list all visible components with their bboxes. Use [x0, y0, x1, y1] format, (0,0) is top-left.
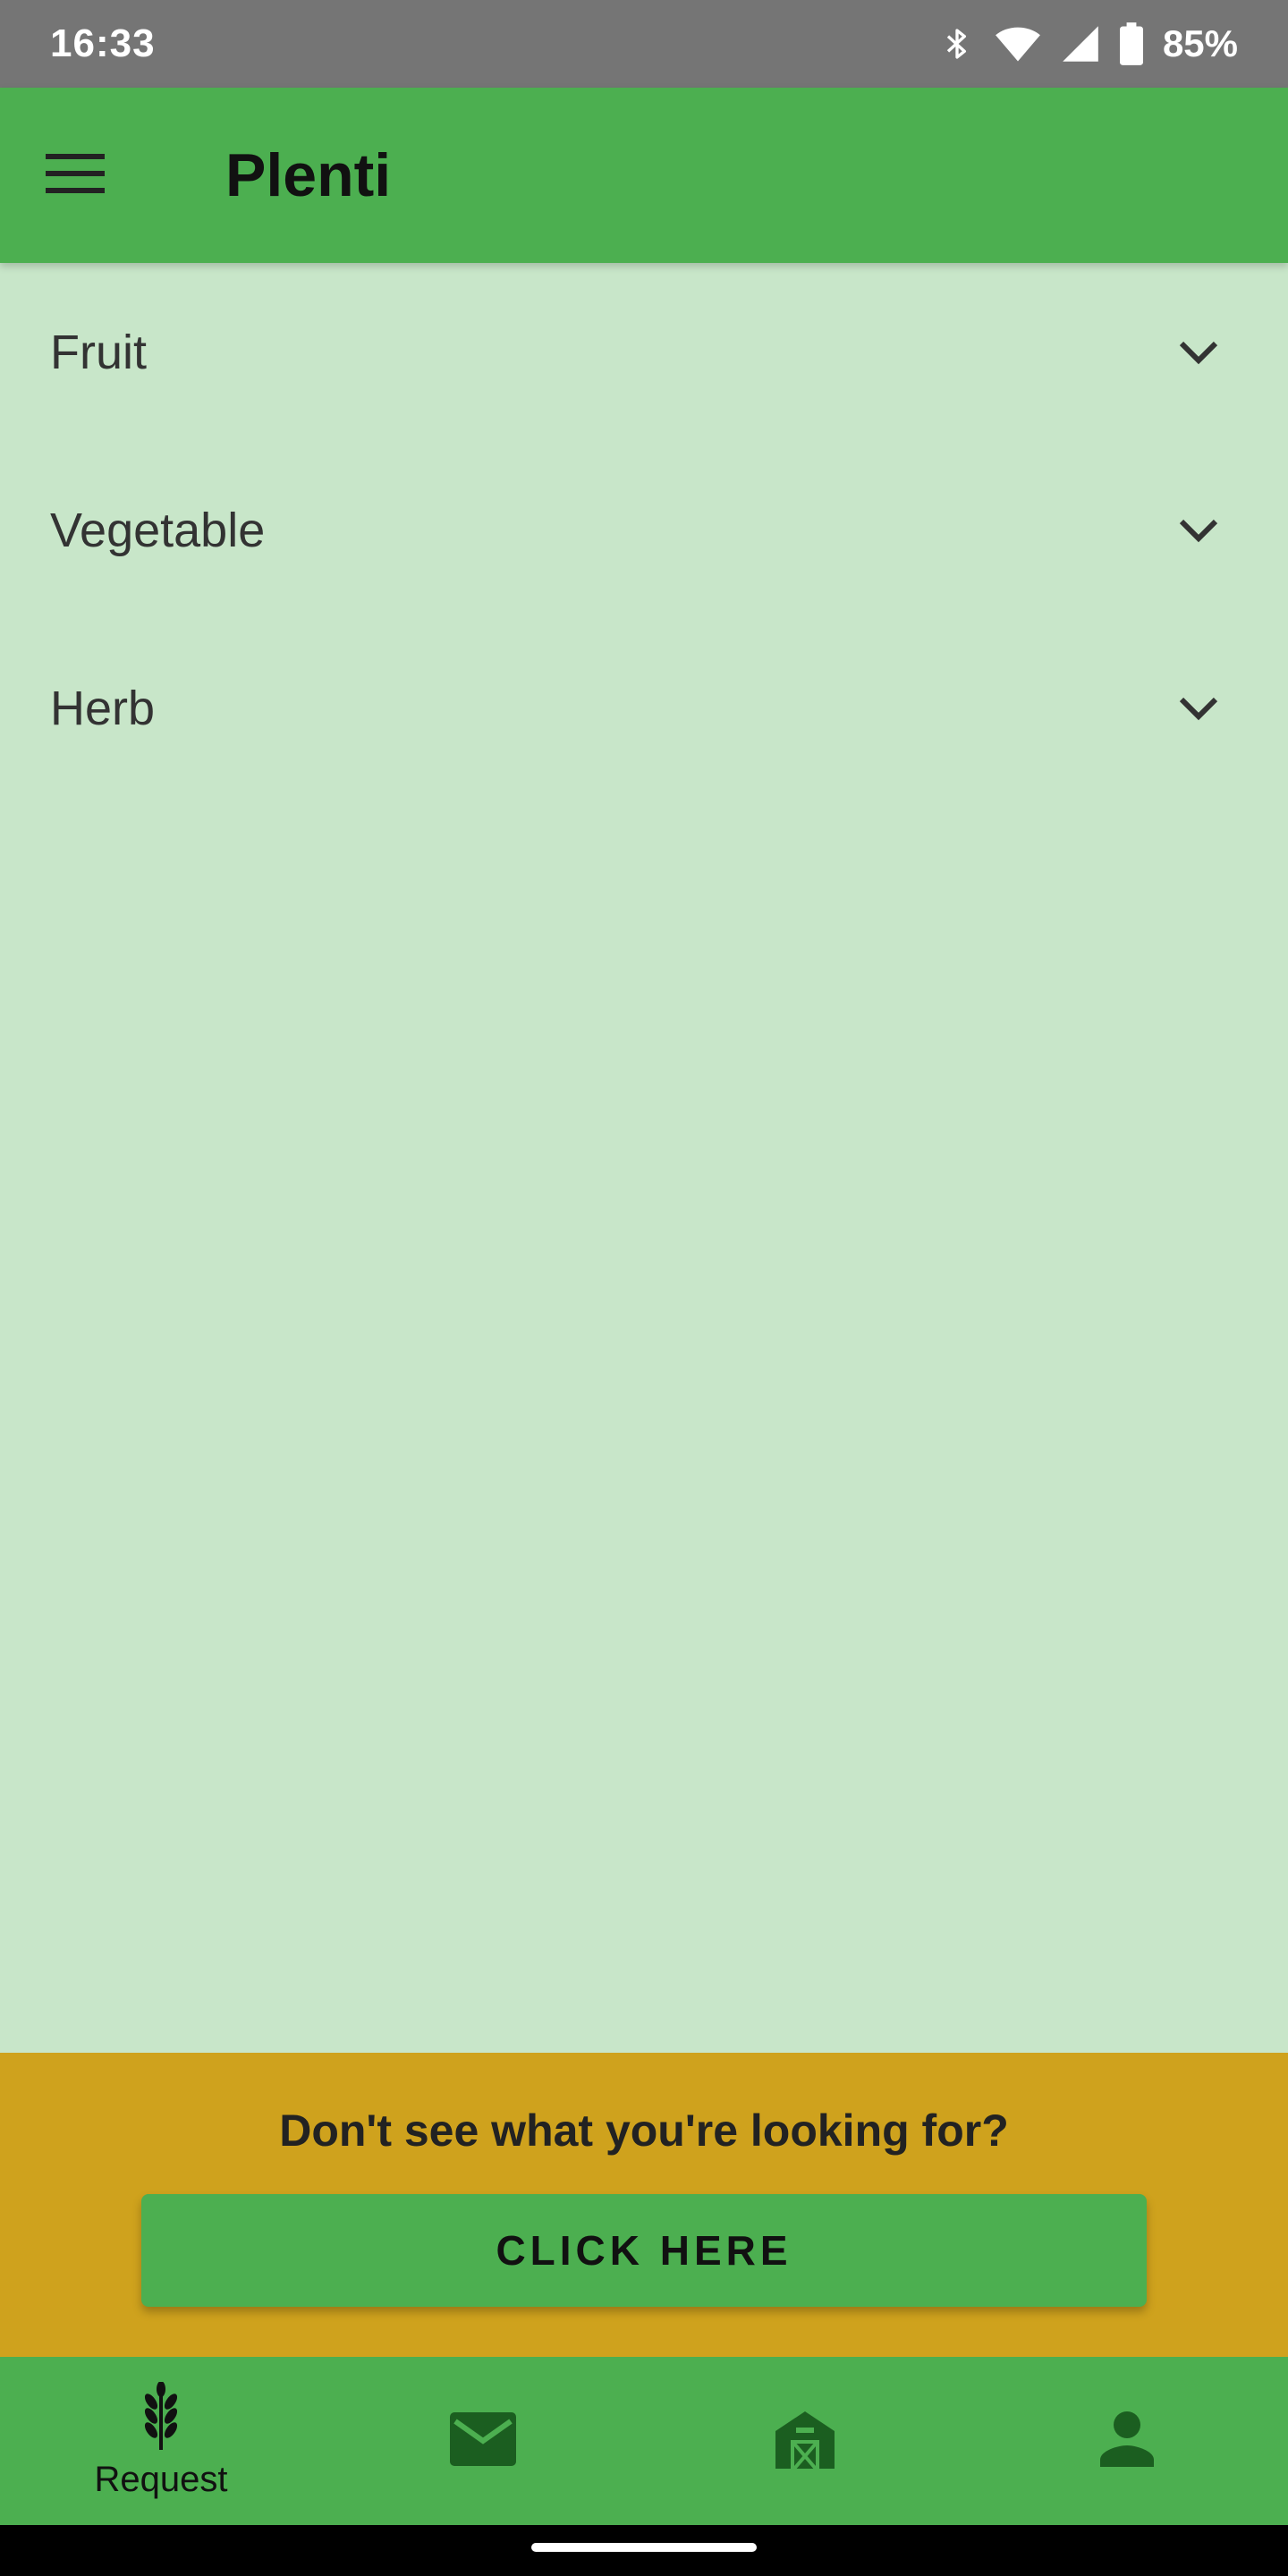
chevron-down-icon: [1174, 505, 1224, 555]
person-icon: [1100, 2411, 1154, 2471]
chevron-down-icon: [1174, 683, 1224, 733]
app-bar: Plenti: [0, 88, 1288, 263]
nav-item-messages[interactable]: [322, 2357, 644, 2525]
category-item-herb[interactable]: Herb: [0, 619, 1288, 797]
hamburger-menu-icon: [46, 152, 105, 199]
category-item-fruit[interactable]: Fruit: [0, 263, 1288, 441]
nav-item-profile[interactable]: [966, 2357, 1288, 2525]
category-label: Herb: [50, 681, 156, 735]
menu-button[interactable]: [0, 88, 150, 263]
category-label: Fruit: [50, 325, 147, 379]
wheat-icon: [139, 2381, 183, 2454]
chevron-down-icon: [1174, 327, 1224, 377]
nav-label-request: Request: [94, 2460, 228, 2499]
bluetooth-icon: [939, 22, 975, 65]
wifi-icon: [995, 24, 1041, 64]
battery-icon: [1119, 22, 1143, 65]
status-bar: 16:33 85%: [0, 0, 1288, 88]
bottom-nav: Request: [0, 2357, 1288, 2525]
screen: 16:33 85% Plenti Fruit Vegetable Herb Do…: [0, 0, 1288, 2576]
category-list: Fruit Vegetable Herb: [0, 263, 1288, 797]
category-label: Vegetable: [50, 503, 266, 557]
cell-signal-icon: [1061, 24, 1100, 64]
app-title: Plenti: [225, 141, 392, 209]
click-here-button[interactable]: CLICK HERE: [141, 2194, 1147, 2307]
status-time: 16:33: [50, 21, 156, 65]
home-gesture-handle[interactable]: [531, 2543, 757, 2552]
mail-icon: [450, 2411, 516, 2470]
barn-icon: [775, 2410, 835, 2473]
nav-item-request[interactable]: Request: [0, 2357, 322, 2525]
request-prompt-banner: Don't see what you're looking for? CLICK…: [0, 2053, 1288, 2357]
status-icons: 85%: [939, 22, 1238, 65]
nav-item-barn[interactable]: [644, 2357, 966, 2525]
category-item-vegetable[interactable]: Vegetable: [0, 441, 1288, 619]
prompt-text: Don't see what you're looking for?: [279, 2106, 1009, 2156]
system-nav-bar: [0, 2525, 1288, 2576]
battery-percent: 85%: [1162, 22, 1238, 64]
